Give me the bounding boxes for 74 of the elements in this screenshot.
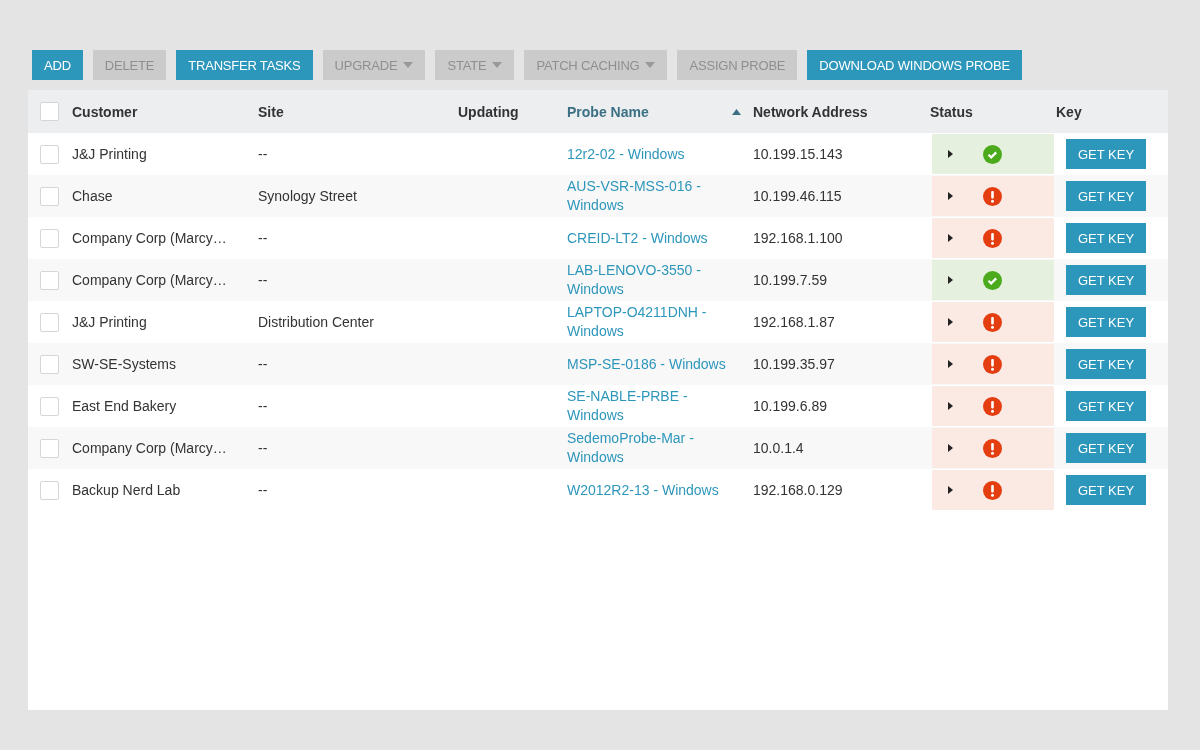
get-key-button[interactable]: GET KEY — [1066, 181, 1147, 211]
site-name: -- — [258, 146, 269, 162]
network-address: 192.168.1.100 — [753, 230, 844, 246]
site-name: -- — [258, 398, 269, 414]
probe-name-link[interactable]: LAPTOP-O4211DNH - Windows — [567, 303, 737, 341]
network-address: 10.0.1.4 — [753, 440, 805, 456]
checkbox[interactable] — [40, 396, 59, 416]
site-name: -- — [258, 272, 269, 288]
probe-name-link[interactable]: W2012R2-13 - Windows — [567, 480, 737, 500]
get-key-button[interactable]: GET KEY — [1066, 139, 1147, 169]
expand-arrow-icon[interactable] — [948, 276, 953, 284]
checkbox[interactable] — [40, 228, 59, 248]
probe-name-link[interactable]: SedemoProbe-Mar - Windows — [567, 429, 737, 467]
network-address: 10.199.35.97 — [753, 356, 836, 372]
customer-name: Company Corp (Marcy… — [72, 440, 228, 456]
expand-arrow-icon[interactable] — [948, 444, 953, 452]
probe-name-link[interactable]: LAB-LENOVO-3550 - Windows — [567, 261, 737, 299]
checkbox[interactable] — [40, 186, 59, 206]
column-header[interactable]: Customer — [72, 103, 138, 120]
probe-name-link[interactable]: CREID-LT2 - Windows — [567, 228, 737, 248]
column-header[interactable]: Probe Name — [567, 103, 649, 120]
network-address: 10.199.7.59 — [753, 272, 828, 288]
get-key-button[interactable]: GET KEY — [1066, 433, 1147, 463]
customer-name: Chase — [72, 188, 114, 204]
checkbox[interactable] — [40, 102, 59, 121]
toolbar-button[interactable]: ADD — [32, 50, 83, 80]
checkbox[interactable] — [40, 354, 59, 374]
site-name: Distribution Center — [258, 314, 375, 330]
customer-name: Company Corp (Marcy… — [72, 272, 228, 288]
get-key-button[interactable]: GET KEY — [1066, 223, 1147, 253]
expand-arrow-icon[interactable] — [948, 486, 953, 494]
expand-arrow-icon[interactable] — [948, 150, 953, 158]
network-address: 10.199.46.115 — [753, 188, 843, 204]
checkbox[interactable] — [40, 438, 59, 458]
customer-name: Company Corp (Marcy… — [72, 230, 228, 246]
network-address: 192.168.1.87 — [753, 314, 836, 330]
column-header[interactable]: Key — [1056, 103, 1082, 120]
network-address: 10.199.15.143 — [753, 146, 844, 162]
expand-arrow-icon[interactable] — [948, 402, 953, 410]
get-key-button[interactable]: GET KEY — [1066, 307, 1147, 337]
get-key-button[interactable]: GET KEY — [1066, 349, 1147, 379]
column-header[interactable]: Updating — [458, 103, 519, 120]
checkbox[interactable] — [40, 312, 59, 332]
checkbox[interactable] — [40, 480, 59, 500]
column-header[interactable]: Status — [930, 103, 973, 120]
probe-name-link[interactable]: MSP-SE-0186 - Windows — [567, 354, 737, 374]
checkbox[interactable] — [40, 144, 59, 164]
probe-name-link[interactable]: 12r2-02 - Windows — [567, 144, 737, 164]
checkbox[interactable] — [40, 270, 59, 290]
expand-arrow-icon[interactable] — [948, 360, 953, 368]
expand-arrow-icon[interactable] — [948, 234, 953, 242]
probe-name-link[interactable]: SE-NABLE-PRBE - Windows — [567, 387, 737, 425]
site-name: Synology Street — [258, 188, 358, 204]
site-name: -- — [258, 482, 269, 498]
site-name: -- — [258, 230, 269, 246]
customer-name: Backup Nerd Lab — [72, 482, 182, 498]
expand-arrow-icon[interactable] — [948, 192, 953, 200]
toolbar-button[interactable]: TRANSFER TASKS — [176, 50, 313, 80]
customer-name: J&J Printing — [72, 314, 148, 330]
network-address: 10.199.6.89 — [753, 398, 828, 414]
customer-name: East End Bakery — [72, 398, 178, 414]
network-address: 192.168.0.129 — [753, 482, 844, 498]
get-key-button[interactable]: GET KEY — [1066, 475, 1147, 505]
site-name: -- — [258, 356, 269, 372]
toolbar-button[interactable]: DOWNLOAD WINDOWS PROBE — [807, 50, 1022, 80]
expand-arrow-icon[interactable] — [948, 318, 953, 326]
customer-name: J&J Printing — [72, 146, 148, 162]
site-name: -- — [258, 440, 269, 456]
column-header[interactable]: Network Address — [753, 103, 868, 120]
customer-name: SW-SE-Systems — [72, 356, 177, 372]
get-key-button[interactable]: GET KEY — [1066, 265, 1147, 295]
get-key-button[interactable]: GET KEY — [1066, 391, 1147, 421]
column-header[interactable]: Site — [258, 103, 284, 120]
probe-name-link[interactable]: AUS-VSR-MSS-016 - Windows — [567, 177, 737, 215]
